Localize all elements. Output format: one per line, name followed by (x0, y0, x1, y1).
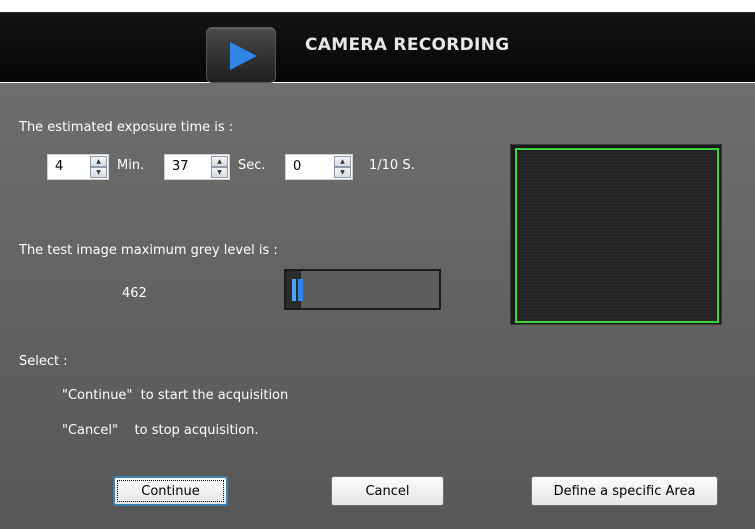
tenths-spinner[interactable]: 0 ▲ ▼ (285, 154, 353, 180)
minutes-unit: Min. (117, 158, 145, 173)
grey-level-bar (284, 269, 441, 310)
continue-button[interactable]: Continue (113, 476, 228, 506)
seconds-down-arrow-icon[interactable]: ▼ (211, 167, 228, 178)
continue-instruction: "Continue" to start the acquisition (62, 388, 289, 403)
focus-ring (117, 480, 224, 502)
seconds-stepper: ▲ ▼ (211, 156, 228, 178)
window-title: CAMERA RECORDING (305, 35, 510, 55)
title-bar: CAMERA RECORDING (0, 12, 755, 83)
top-strip (0, 0, 755, 12)
grey-level-fill (286, 271, 303, 308)
grey-level-marker (292, 279, 296, 301)
exposure-label: The estimated exposure time is : (19, 120, 234, 135)
tenths-unit: 1/10 S. (369, 158, 415, 173)
tenths-value: 0 (293, 159, 302, 174)
dialog-body: The estimated exposure time is : 4 ▲ ▼ M… (0, 83, 755, 529)
grey-level-label: The test image maximum grey level is : (19, 243, 278, 258)
seconds-up-arrow-icon[interactable]: ▲ (211, 156, 228, 167)
grey-level-marker-2 (298, 279, 303, 301)
play-button[interactable] (206, 27, 276, 83)
camera-preview (510, 144, 722, 325)
seconds-spinner[interactable]: 37 ▲ ▼ (164, 154, 230, 180)
play-icon (230, 42, 257, 70)
cancel-button-label: Cancel (365, 483, 410, 499)
seconds-unit: Sec. (238, 158, 266, 173)
minutes-up-arrow-icon[interactable]: ▲ (90, 156, 107, 167)
minutes-stepper: ▲ ▼ (90, 156, 107, 178)
tenths-down-arrow-icon[interactable]: ▼ (334, 167, 351, 178)
cancel-button[interactable]: Cancel (331, 476, 444, 506)
minutes-spinner[interactable]: 4 ▲ ▼ (47, 154, 109, 180)
minutes-value: 4 (55, 159, 64, 174)
minutes-down-arrow-icon[interactable]: ▼ (90, 167, 107, 178)
roi-frame[interactable] (515, 148, 719, 323)
define-area-button-label: Define a specific Area (553, 483, 696, 499)
tenths-stepper: ▲ ▼ (334, 156, 351, 178)
cancel-instruction: "Cancel" to stop acquisition. (62, 423, 259, 438)
grey-level-value: 462 (122, 286, 147, 301)
tenths-up-arrow-icon[interactable]: ▲ (334, 156, 351, 167)
seconds-value: 37 (172, 159, 189, 174)
select-label: Select : (19, 354, 68, 369)
define-area-button[interactable]: Define a specific Area (531, 476, 718, 506)
